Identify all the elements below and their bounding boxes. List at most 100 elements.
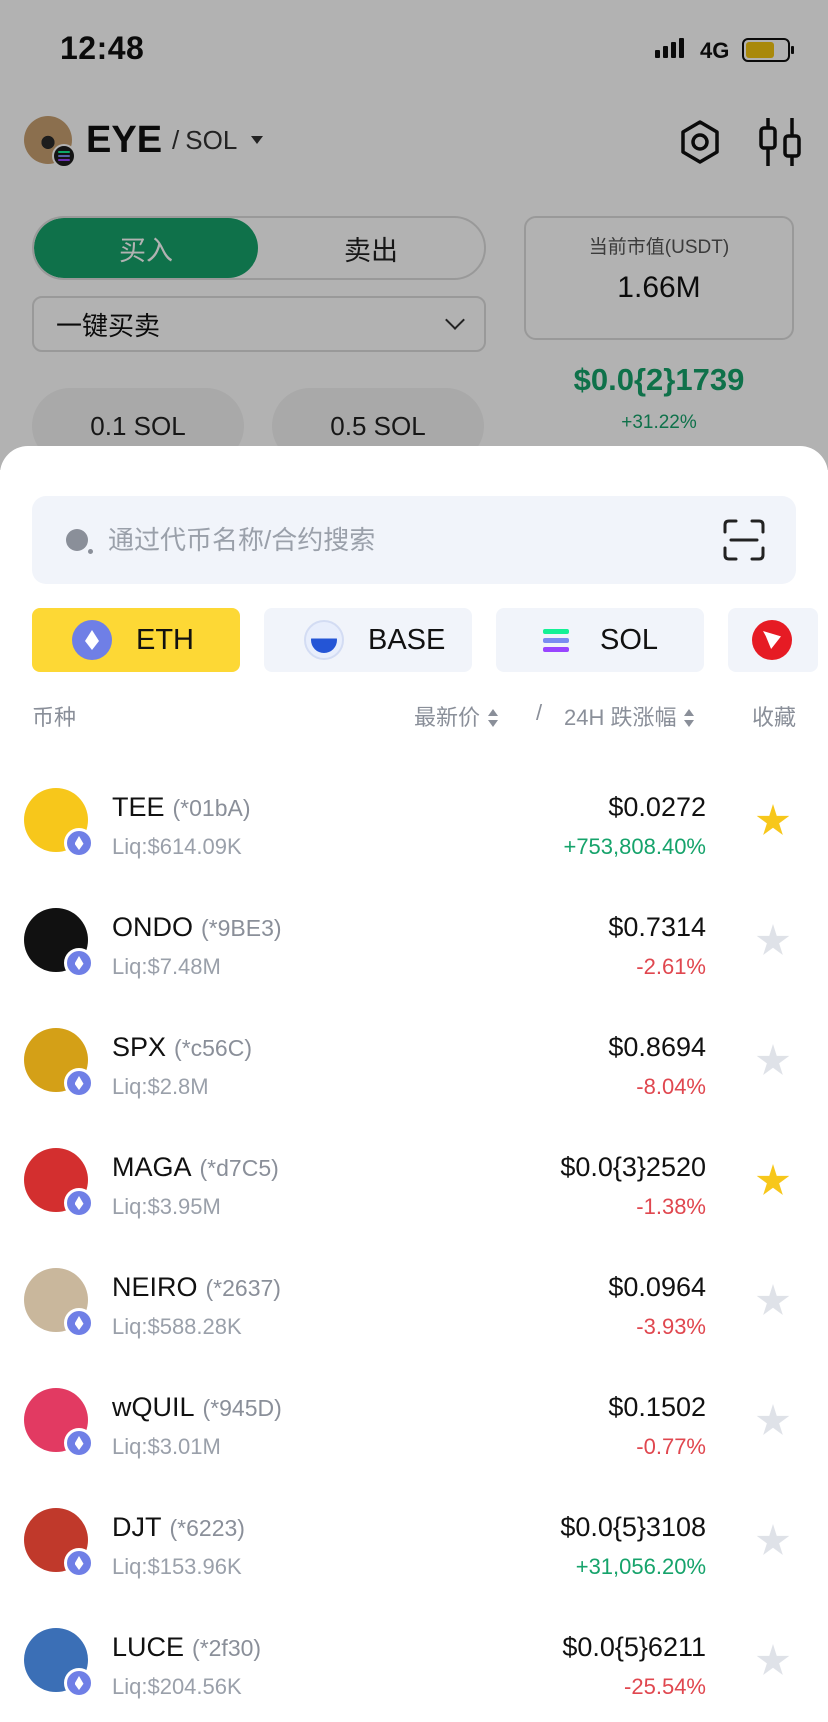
token-price: $0.0272 xyxy=(608,792,706,822)
token-symbol: ONDO xyxy=(112,912,193,942)
tron-icon xyxy=(752,620,792,660)
chain-tab-eth[interactable]: ETH xyxy=(32,608,240,672)
ethereum-badge-icon xyxy=(64,948,94,978)
token-address: (*945D) xyxy=(202,1395,282,1421)
favorite-star-icon[interactable] xyxy=(756,1044,790,1075)
sort-by-change[interactable]: 24H 跌涨幅 xyxy=(564,700,695,732)
token-address: (*9BE3) xyxy=(201,915,282,941)
token-symbol: MAGA xyxy=(112,1152,192,1182)
token-row[interactable]: TEE (*01bA) Liq:$614.09K $0.0272 +753,808… xyxy=(0,764,828,884)
header-favorite: 收藏 xyxy=(751,705,796,730)
trade-page-background: 12:48 4G EYE / SOL 买入 卖出 一键买卖 0.1 SOL 0.… xyxy=(0,0,828,470)
token-price: $0.0{5}3108 xyxy=(560,1512,706,1542)
token-row[interactable]: LUCE (*2f30) Liq:$204.56K $0.0{5}6211 -25… xyxy=(0,1604,828,1722)
token-symbol: SPX xyxy=(112,1032,167,1062)
chain-tab-base[interactable]: BASE xyxy=(264,608,472,672)
ethereum-badge-icon xyxy=(64,1668,94,1698)
token-avatar xyxy=(24,1628,94,1698)
favorite-star-icon[interactable] xyxy=(756,1524,790,1555)
scan-icon[interactable] xyxy=(722,518,766,562)
token-row[interactable]: NEIRO (*2637) Liq:$588.28K $0.0964 -3.93% xyxy=(0,1244,828,1364)
ethereum-icon xyxy=(72,620,112,660)
token-liquidity: Liq:$204.56K xyxy=(112,1674,242,1699)
chain-tab-tron[interactable] xyxy=(728,608,818,672)
ethereum-badge-icon xyxy=(64,1068,94,1098)
token-row[interactable]: wQUIL (*945D) Liq:$3.01M $0.1502 -0.77% xyxy=(0,1364,828,1484)
search-icon xyxy=(66,529,93,554)
ethereum-badge-icon xyxy=(64,1548,94,1578)
token-change: +31,056.20% xyxy=(575,1554,706,1579)
token-liquidity: Liq:$7.48M xyxy=(112,954,221,979)
favorite-star-icon[interactable] xyxy=(756,1644,790,1675)
token-list: TEE (*01bA) Liq:$614.09K $0.0272 +753,808… xyxy=(0,764,828,1722)
token-change: -25.54% xyxy=(624,1674,706,1699)
token-change: +753,808.40% xyxy=(563,834,706,859)
favorite-star-icon[interactable] xyxy=(756,924,790,955)
token-avatar xyxy=(24,1388,94,1458)
token-avatar xyxy=(24,1268,94,1338)
token-price: $0.7314 xyxy=(608,912,706,942)
header-change-label: 24H 跌涨幅 xyxy=(564,705,677,730)
favorite-star-icon[interactable] xyxy=(756,804,790,835)
token-liquidity: Liq:$3.95M xyxy=(112,1194,221,1219)
sort-icon xyxy=(488,708,499,728)
token-avatar xyxy=(24,788,94,858)
base-icon xyxy=(304,620,344,660)
token-symbol: TEE xyxy=(112,792,165,822)
token-address: (*2637) xyxy=(205,1275,281,1301)
token-change: -2.61% xyxy=(636,954,706,979)
token-change: -8.04% xyxy=(636,1074,706,1099)
token-liquidity: Liq:$614.09K xyxy=(112,834,242,859)
token-address: (*c56C) xyxy=(174,1035,252,1061)
token-change: -1.38% xyxy=(636,1194,706,1219)
chain-label: ETH xyxy=(136,623,194,656)
token-row[interactable]: ONDO (*9BE3) Liq:$7.48M $0.7314 -2.61% xyxy=(0,884,828,1004)
favorite-star-icon[interactable] xyxy=(756,1284,790,1315)
header-price-label: 最新价 xyxy=(414,705,481,730)
token-avatar xyxy=(24,1508,94,1578)
ethereum-badge-icon xyxy=(64,828,94,858)
token-row[interactable]: DJT (*6223) Liq:$153.96K $0.0{5}3108 +31,… xyxy=(0,1484,828,1604)
search-input[interactable] xyxy=(108,524,668,556)
token-liquidity: Liq:$153.96K xyxy=(112,1554,242,1579)
token-price: $0.0964 xyxy=(608,1272,706,1302)
token-row[interactable]: MAGA (*d7C5) Liq:$3.95M $0.0{3}2520 -1.38… xyxy=(0,1124,828,1244)
favorite-star-icon[interactable] xyxy=(756,1164,790,1195)
chain-label: BASE xyxy=(368,623,446,656)
token-liquidity: Liq:$588.28K xyxy=(112,1314,242,1339)
token-address: (*2f30) xyxy=(192,1635,262,1661)
token-symbol: DJT xyxy=(112,1512,162,1542)
list-header: 币种 最新价 / 24H 跌涨幅 收藏 xyxy=(32,700,796,740)
token-address: (*d7C5) xyxy=(199,1155,279,1181)
token-select-sheet: ETH BASE SOL 币种 最新价 / 24H 跌涨幅 收藏 TEE (*01… xyxy=(0,446,828,1722)
token-price: $0.0{5}6211 xyxy=(562,1632,706,1662)
chain-filter: ETH BASE SOL xyxy=(32,608,828,672)
token-address: (*01bA) xyxy=(172,795,251,821)
modal-overlay[interactable] xyxy=(0,0,828,470)
token-price: $0.1502 xyxy=(608,1392,706,1422)
token-price: $0.8694 xyxy=(608,1032,706,1062)
ethereum-badge-icon xyxy=(64,1428,94,1458)
token-avatar xyxy=(24,1028,94,1098)
favorite-star-icon[interactable] xyxy=(756,1404,790,1435)
solana-icon xyxy=(536,620,576,660)
chain-label: SOL xyxy=(600,623,659,656)
chain-tab-sol[interactable]: SOL xyxy=(496,608,704,672)
search-bar xyxy=(32,496,796,584)
token-change: -0.77% xyxy=(636,1434,706,1459)
token-symbol: NEIRO xyxy=(112,1272,198,1302)
token-symbol: wQUIL xyxy=(112,1392,195,1422)
header-coin: 币种 xyxy=(32,705,77,730)
header-separator: / xyxy=(536,700,543,725)
token-change: -3.93% xyxy=(636,1314,706,1339)
token-avatar xyxy=(24,1148,94,1218)
token-address: (*6223) xyxy=(169,1515,245,1541)
token-row[interactable]: SPX (*c56C) Liq:$2.8M $0.8694 -8.04% xyxy=(0,1004,828,1124)
token-avatar xyxy=(24,908,94,978)
sort-by-price[interactable]: 最新价 xyxy=(414,700,499,732)
token-liquidity: Liq:$2.8M xyxy=(112,1074,209,1099)
token-liquidity: Liq:$3.01M xyxy=(112,1434,221,1459)
ethereum-badge-icon xyxy=(64,1188,94,1218)
token-price: $0.0{3}2520 xyxy=(560,1152,706,1182)
ethereum-badge-icon xyxy=(64,1308,94,1338)
